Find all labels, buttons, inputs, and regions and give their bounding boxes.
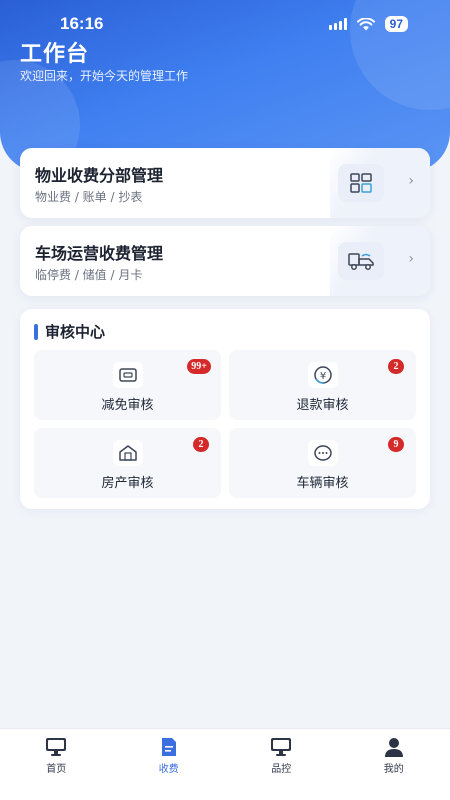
module-card-parking-billing[interactable]: 车场运营收费管理 临停费 / 储值 / 月卡 › [20,226,430,296]
badge-count: 99+ [187,359,211,374]
module-card-property-billing[interactable]: 物业收费分部管理 物业费 / 账单 / 抄表 › [20,148,430,218]
coupon-icon [112,362,143,388]
badge-count: 2 [193,437,209,452]
tab-label: 收费 [158,764,179,775]
audit-center-panel: 审核中心 99+ 减免审核 ¥ 2 退款审核 2 房产审核 9 车辆审核 [20,309,430,509]
tab-billing[interactable]: 收费 [113,729,226,800]
monitor-icon [46,738,67,756]
refund-yen-icon: ¥ [307,362,338,388]
tab-profile[interactable]: 我的 [338,729,450,800]
battery-indicator: 97 [384,16,408,32]
page-subtitle: 欢迎回来，开始今天的管理工作 [20,69,189,83]
page-title: 工作台 [20,42,90,67]
audit-tile-refund[interactable]: ¥ 2 退款审核 [229,350,416,420]
tab-label: 品控 [271,764,292,775]
audit-tile-vehicle[interactable]: 9 车辆审核 [229,428,416,498]
audit-tile-reduction[interactable]: 99+ 减免审核 [34,350,221,420]
module-subtitle: 物业费 / 账单 / 抄表 [35,190,143,204]
grid-icon [338,164,384,202]
tile-label: 减免审核 [101,398,154,413]
chevron-right-icon: › [408,173,414,189]
tab-label: 首页 [46,764,67,775]
wifi-icon [356,17,375,30]
audit-tile-property[interactable]: 2 房产审核 [34,428,221,498]
tab-home[interactable]: 首页 [0,729,113,800]
tile-label: 房产审核 [101,476,154,491]
chevron-right-icon: › [408,251,414,267]
tab-quality-control[interactable]: 品控 [225,729,338,800]
module-title: 车场运营收费管理 [35,244,164,263]
badge-count: 2 [388,359,404,374]
monitor-icon [271,738,292,756]
section-title: 审核中心 [45,323,106,341]
house-icon [112,440,143,466]
user-icon [384,738,403,757]
bottom-tab-bar: 首页 收费 品控 我的 [0,728,450,800]
module-title: 物业收费分部管理 [35,166,164,185]
svg-text:¥: ¥ [319,371,325,382]
module-subtitle: 临停费 / 储值 / 月卡 [35,268,143,282]
status-icons: 97 [328,16,408,32]
badge-count: 9 [388,437,404,452]
audit-center-header: 审核中心 [34,321,105,342]
truck-icon [338,242,384,280]
tab-label: 我的 [383,764,404,775]
document-icon [161,738,176,756]
status-time: 16:16 [60,14,104,33]
chat-dots-icon [307,440,338,466]
signal-icon [328,18,347,30]
tile-label: 退款审核 [296,398,349,413]
section-accent-bar [34,323,38,340]
tile-label: 车辆审核 [296,476,349,491]
